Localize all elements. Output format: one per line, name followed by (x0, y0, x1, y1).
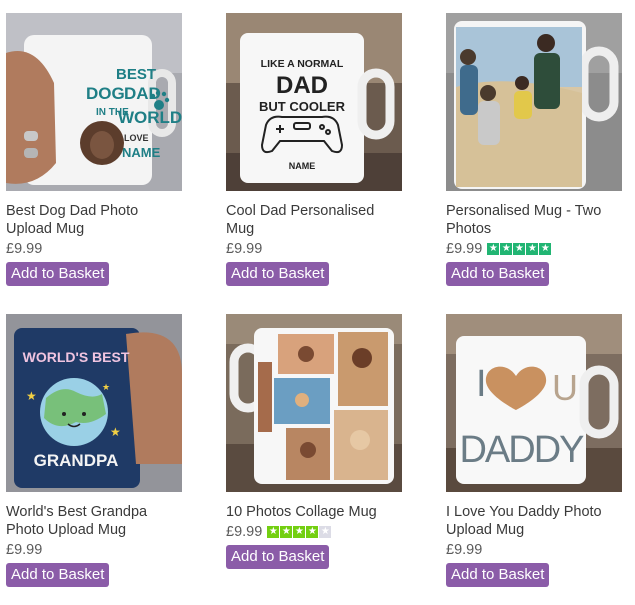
mug-text: WORLD (118, 108, 182, 127)
add-to-basket-button[interactable]: Add to Basket (6, 262, 110, 286)
mug-text: LIKE A NORMAL (261, 58, 344, 70)
mug-text: BUT COOLER (259, 99, 346, 114)
star-icon: ★ (319, 526, 332, 538)
add-to-basket-button[interactable]: Add to Basket (6, 563, 110, 587)
svg-text:★: ★ (26, 389, 37, 403)
family-photo (456, 27, 582, 187)
mug-text: GRANDPA (34, 451, 119, 470)
star-icon: ★ (293, 526, 306, 538)
product-card: I U DADDY I Love You Daddy Photo Upload … (446, 314, 626, 587)
product-card: WORLD'S BEST ★ ★ ★ GRANDPA World's Best … (6, 314, 186, 587)
mug-text: DAD (124, 84, 161, 103)
product-price: £9.99 (226, 524, 263, 540)
mug-text: DOG (86, 84, 125, 103)
mug-text: WORLD'S BEST (23, 349, 130, 365)
star-icon: ★ (487, 243, 500, 255)
star-icon: ★ (306, 526, 319, 538)
star-icon: ★ (539, 243, 552, 255)
mug-text: NAME (122, 145, 161, 160)
product-title[interactable]: Personalised Mug - Two Photos (446, 202, 626, 238)
mug-text: U (552, 367, 578, 408)
product-card: Personalised Mug - Two Photos £9.99 ★ ★ … (446, 13, 626, 286)
svg-text:★: ★ (102, 383, 110, 393)
product-price: £9.99 (446, 542, 483, 558)
mug-text: I (476, 363, 487, 405)
product-card: 10 Photos Collage Mug £9.99 ★ ★ ★ ★ ★ Ad… (226, 314, 406, 569)
add-to-basket-button[interactable]: Add to Basket (446, 262, 550, 286)
product-price: £9.99 (6, 241, 43, 257)
product-title[interactable]: World's Best Grandpa Photo Upload Mug (6, 503, 186, 539)
add-to-basket-button[interactable]: Add to Basket (226, 262, 330, 286)
product-price: £9.99 (6, 542, 43, 558)
mug-text: BEST (116, 66, 156, 83)
product-price: £9.99 (446, 241, 483, 257)
product-image[interactable]: BEST DOG DAD IN THE WORLD LOVE NAME (6, 13, 182, 191)
product-title[interactable]: I Love You Daddy Photo Upload Mug (446, 503, 626, 539)
star-icon: ★ (513, 243, 526, 255)
mug-text: LOVE (124, 133, 149, 143)
mug-text: DAD (276, 72, 328, 99)
star-icon: ★ (526, 243, 539, 255)
rating-stars: ★ ★ ★ ★ ★ (487, 243, 552, 255)
product-image[interactable] (226, 314, 402, 492)
product-image[interactable]: I U DADDY (446, 314, 622, 492)
svg-text:★: ★ (110, 425, 121, 439)
globe-icon (40, 378, 108, 446)
product-price: £9.99 (226, 241, 263, 257)
product-title[interactable]: 10 Photos Collage Mug (226, 503, 406, 521)
product-card: LIKE A NORMAL DAD BUT COOLER NAME Cool D… (226, 13, 406, 286)
product-card: BEST DOG DAD IN THE WORLD LOVE NAME Best… (6, 13, 186, 286)
add-to-basket-button[interactable]: Add to Basket (226, 545, 330, 569)
mug-text: NAME (289, 161, 316, 171)
product-title[interactable]: Cool Dad Personalised Mug (226, 202, 406, 238)
star-icon: ★ (267, 526, 280, 538)
product-image[interactable] (446, 13, 622, 191)
star-icon: ★ (500, 243, 513, 255)
star-icon: ★ (280, 526, 293, 538)
product-image[interactable]: LIKE A NORMAL DAD BUT COOLER NAME (226, 13, 402, 191)
product-image[interactable]: WORLD'S BEST ★ ★ ★ GRANDPA (6, 314, 182, 492)
rating-stars: ★ ★ ★ ★ ★ (267, 526, 332, 538)
add-to-basket-button[interactable]: Add to Basket (446, 563, 550, 587)
product-title[interactable]: Best Dog Dad Photo Upload Mug (6, 202, 186, 238)
mug-text: DADDY (459, 429, 584, 471)
